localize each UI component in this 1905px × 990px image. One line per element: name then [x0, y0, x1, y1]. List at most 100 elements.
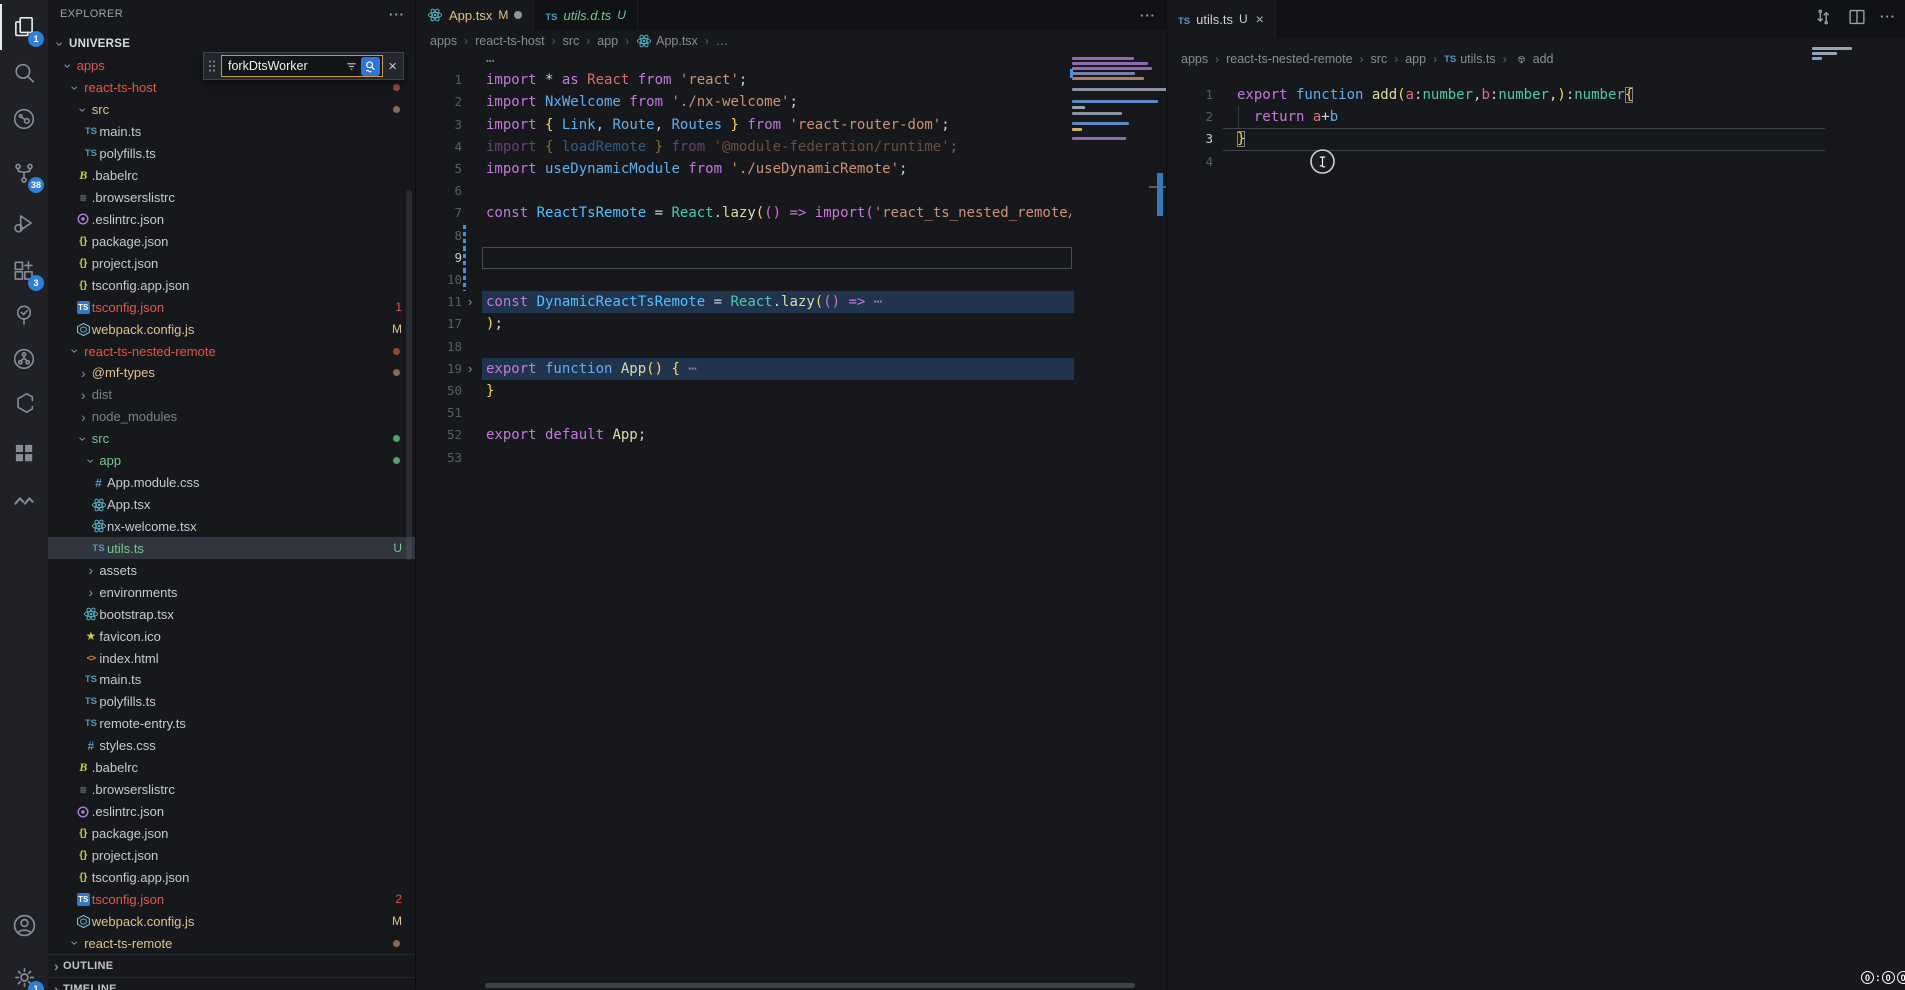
- tree-row-nx-welcome.tsx[interactable]: nx-welcome.tsx: [48, 515, 415, 537]
- code-line-11[interactable]: 11›const DynamicReactTsRemote = React.la…: [416, 291, 1166, 314]
- horizontal-scrollbar[interactable]: [485, 983, 1135, 988]
- overview-ruler-mark[interactable]: [1157, 173, 1163, 216]
- tree-row-react-ts-host[interactable]: ›react-ts-host: [48, 77, 415, 99]
- tree-row-project.json[interactable]: {}project.json: [48, 252, 415, 274]
- activity-item-todo-tree[interactable]: [0, 292, 48, 338]
- tree-row-package.json[interactable]: {}package.json: [48, 230, 415, 252]
- code-line-2[interactable]: 2 return a+b: [1167, 106, 1905, 129]
- tree-row-index.html[interactable]: <>index.html: [48, 647, 415, 669]
- tree-row-src[interactable]: ›src: [48, 428, 415, 450]
- activity-item-settings[interactable]: 1: [0, 954, 48, 990]
- tree-row-assets[interactable]: ›assets: [48, 559, 415, 581]
- tree-row-.babelrc[interactable]: B.babelrc: [48, 757, 415, 779]
- drag-grip-icon[interactable]: [208, 59, 216, 73]
- tree-row-tsconfig.json[interactable]: TStsconfig.json1: [48, 296, 415, 318]
- tree-row-package.json[interactable]: {}package.json: [48, 822, 415, 844]
- code-line-18[interactable]: 18: [416, 336, 1166, 359]
- code-line-50[interactable]: 50}: [416, 380, 1166, 403]
- code-line-51[interactable]: 51: [416, 402, 1166, 425]
- tree-row-project.json[interactable]: {}project.json: [48, 844, 415, 866]
- activity-item-wave-extension[interactable]: [0, 478, 48, 524]
- tree-row-main.ts[interactable]: TSmain.ts: [48, 121, 415, 143]
- breadcrumb-item-app[interactable]: app: [1405, 52, 1426, 66]
- breadcrumb-item-react-ts-host[interactable]: react-ts-host: [475, 34, 544, 48]
- tree-row-styles.css[interactable]: #styles.css: [48, 735, 415, 757]
- activity-item-grid-extension[interactable]: [0, 430, 48, 476]
- code-line-2[interactable]: 2import NxWelcome from './nx-welcome';: [416, 91, 1166, 114]
- tree-row-src[interactable]: ›src: [48, 99, 415, 121]
- code-line-53[interactable]: 53: [416, 447, 1166, 470]
- code-line-10[interactable]: 10: [416, 269, 1166, 292]
- sidebar-section-outline[interactable]: ›OUTLINE: [48, 954, 415, 977]
- activity-item-git-graph[interactable]: [0, 336, 48, 382]
- tree-row-App.tsx[interactable]: App.tsx: [48, 494, 415, 516]
- breadcrumb-item-add[interactable]: add: [1514, 52, 1554, 67]
- tree-row-main.ts[interactable]: TSmain.ts: [48, 669, 415, 691]
- activity-item-source-control[interactable]: 38: [0, 150, 48, 196]
- tree-row-favicon.ico[interactable]: ★favicon.ico: [48, 625, 415, 647]
- tree-scrollbar[interactable]: [406, 190, 412, 560]
- code-line-4[interactable]: 4: [1167, 151, 1905, 174]
- filter-icon[interactable]: [345, 60, 358, 73]
- code-line[interactable]: …: [416, 47, 1166, 70]
- tab-App.tsx[interactable]: App.tsxM: [416, 0, 534, 30]
- activity-item-ribbon-extension[interactable]: [0, 380, 48, 426]
- tab-utils.d.ts[interactable]: TSutils.d.tsU: [534, 0, 638, 30]
- tree-row-.eslintrc.json[interactable]: .eslintrc.json: [48, 208, 415, 230]
- minimap-right[interactable]: [1810, 0, 1905, 500]
- tree-row-tsconfig.app.json[interactable]: {}tsconfig.app.json: [48, 866, 415, 888]
- fuzzy-search-toggle[interactable]: [361, 57, 380, 76]
- fold-chevron-icon[interactable]: ›: [468, 358, 472, 380]
- tree-row-polyfills.ts[interactable]: TSpolyfills.ts: [48, 691, 415, 713]
- breadcrumb-item-src[interactable]: src: [563, 34, 580, 48]
- tree-row-remote-entry.ts[interactable]: TSremote-entry.ts: [48, 713, 415, 735]
- activity-item-extensions[interactable]: 3: [0, 248, 48, 294]
- tree-row-.eslintrc.json[interactable]: .eslintrc.json: [48, 801, 415, 823]
- code-line-1[interactable]: 1export function add(a:number,b:number,)…: [1167, 84, 1905, 107]
- code-line-3[interactable]: 3}: [1167, 128, 1905, 151]
- tree-row-App.module.css[interactable]: #App.module.css: [48, 472, 415, 494]
- tree-find-input[interactable]: forkDtsWorker: [221, 55, 383, 77]
- tree-row-dist[interactable]: ›dist: [48, 384, 415, 406]
- code-line-7[interactable]: 7const ReactTsRemote = React.lazy(() => …: [416, 202, 1166, 225]
- activity-item-explorer[interactable]: 1: [0, 4, 48, 50]
- breadcrumb-item-apps[interactable]: apps: [430, 34, 457, 48]
- tree-row-polyfills.ts[interactable]: TSpolyfills.ts: [48, 143, 415, 165]
- tree-row-.babelrc[interactable]: B.babelrc: [48, 165, 415, 187]
- breadcrumb-item-app[interactable]: app: [597, 34, 618, 48]
- code-line-52[interactable]: 52export default App;: [416, 424, 1166, 447]
- code-line-4[interactable]: 4import { loadRemote } from '@module-fed…: [416, 136, 1166, 159]
- explorer-more-actions-icon[interactable]: ···: [389, 7, 405, 22]
- activity-item-search[interactable]: [0, 50, 48, 96]
- activity-item-account[interactable]: [0, 902, 48, 948]
- code-line-5[interactable]: 5import useDynamicModule from './useDyna…: [416, 158, 1166, 181]
- code-line-19[interactable]: 19›export function App() { ⋯: [416, 358, 1166, 381]
- breadcrumb-item-src[interactable]: src: [1371, 52, 1388, 66]
- tree-row-react-ts-remote[interactable]: ›react-ts-remote: [48, 932, 415, 954]
- tree-row-.browserslistrc[interactable]: ≡.browserslistrc: [48, 779, 415, 801]
- tree-row-utils.ts[interactable]: TSutils.tsU: [48, 537, 415, 559]
- code-line-6[interactable]: 6: [416, 180, 1166, 203]
- breadcrumb-item-utils.ts[interactable]: TSutils.ts: [1444, 52, 1496, 66]
- tree-row-app[interactable]: ›app: [48, 450, 415, 472]
- tree-row-environments[interactable]: ›environments: [48, 581, 415, 603]
- breadcrumb-item-…[interactable]: …: [716, 34, 729, 48]
- tree-row-node_modules[interactable]: ›node_modules: [48, 406, 415, 428]
- sidebar-section-timeline[interactable]: ›TIMELINE: [48, 977, 415, 990]
- code-line-3[interactable]: 3import { Link, Route, Routes } from 're…: [416, 114, 1166, 137]
- tree-row-tsconfig.app.json[interactable]: {}tsconfig.app.json: [48, 274, 415, 296]
- code-line-8[interactable]: 8: [416, 225, 1166, 248]
- minimap-left[interactable]: [1070, 0, 1166, 500]
- code-line-1[interactable]: 1import * as React from 'react';: [416, 69, 1166, 92]
- tree-row-react-ts-nested-remote[interactable]: ›react-ts-nested-remote: [48, 340, 415, 362]
- find-close-icon[interactable]: ×: [388, 58, 397, 75]
- breadcrumb-item-react-ts-nested-remote[interactable]: react-ts-nested-remote: [1226, 52, 1352, 66]
- activity-item-graph-circle[interactable]: [0, 96, 48, 142]
- tree-row-.browserslistrc[interactable]: ≡.browserslistrc: [48, 187, 415, 209]
- activity-item-run-debug[interactable]: [0, 200, 48, 246]
- tree-row-webpack.config.js[interactable]: webpack.config.jsM: [48, 318, 415, 340]
- breadcrumb-item-apps[interactable]: apps: [1181, 52, 1208, 66]
- tree-row-bootstrap.tsx[interactable]: bootstrap.tsx: [48, 603, 415, 625]
- tree-row-webpack.config.js[interactable]: webpack.config.jsM: [48, 910, 415, 932]
- tab-close-icon[interactable]: ×: [1256, 11, 1264, 27]
